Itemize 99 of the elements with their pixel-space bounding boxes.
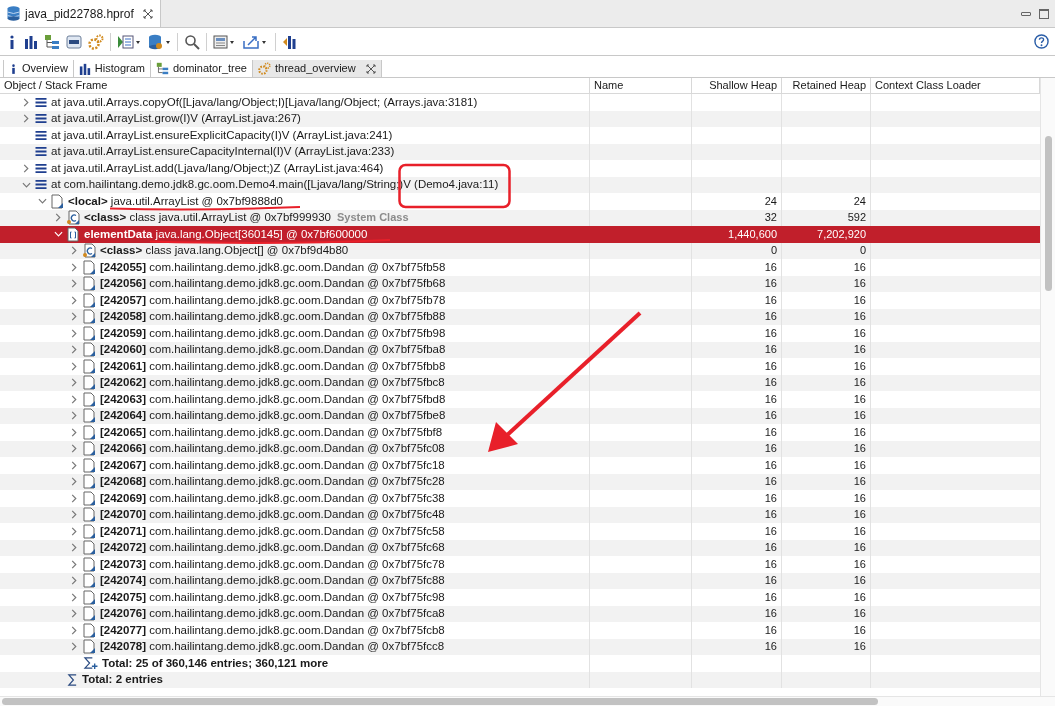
- heap-size: 0: [859, 245, 866, 257]
- heap-size: 16: [764, 344, 777, 356]
- tree-label: Total: 25 of 360,146 entries; 360,121 more: [102, 657, 329, 669]
- tree-label: <class> class java.util.ArrayList @ 0x7bf999930: [84, 212, 331, 224]
- tree-label: [242075] com.hailintang.demo.jdk8.gc.oom.Dandan @ 0x7bf75fc98: [100, 591, 445, 603]
- heap-size: 16: [853, 525, 866, 537]
- heap-size: 16: [764, 377, 777, 389]
- tree-label: [242071] com.hailintang.demo.jdk8.gc.oom.Dandan @ 0x7bf75fc58: [100, 525, 445, 537]
- heap-size: 16: [764, 525, 777, 537]
- heap-size: 16: [853, 327, 866, 339]
- tree-label: [242070] com.hailintang.demo.jdk8.gc.oom.Dandan @ 0x7bf75fc48: [100, 509, 445, 521]
- tree-label: elementData java.lang.Object[360145] @ 0x7bf600000: [84, 228, 368, 240]
- heap-size: 16: [764, 278, 777, 290]
- tree-label: [242059] com.hailintang.demo.jdk8.gc.oom.Dandan @ 0x7bf75fb98: [100, 327, 446, 339]
- heap-size: 16: [764, 492, 777, 504]
- tree-label: <class> class java.lang.Object[] @ 0x7bf9d4b80: [100, 245, 349, 257]
- tree-label: [242055] com.hailintang.demo.jdk8.gc.oom.Dandan @ 0x7bf75fb58: [100, 261, 446, 273]
- tree-label: [242072] com.hailintang.demo.jdk8.gc.oom.Dandan @ 0x7bf75fc68: [100, 542, 445, 554]
- tree-label: [242076] com.hailintang.demo.jdk8.gc.oom.Dandan @ 0x7bf75fca8: [100, 608, 445, 620]
- tree-label: [242058] com.hailintang.demo.jdk8.gc.oom.Dandan @ 0x7bf75fb88: [100, 311, 446, 323]
- tree-label: at java.util.ArrayList.add(Ljava/lang/Object;)Z (ArrayList.java:464): [51, 162, 384, 174]
- tree-label: [242069] com.hailintang.demo.jdk8.gc.oom.Dandan @ 0x7bf75fc38: [100, 492, 445, 504]
- column-header[interactable]: Shallow Heap: [692, 78, 782, 93]
- heap-size: 16: [853, 377, 866, 389]
- heap-size: 1,440,600: [728, 228, 777, 240]
- tree-label: [242061] com.hailintang.demo.jdk8.gc.oom.Dandan @ 0x7bf75fbb8: [100, 360, 446, 372]
- heap-size: 16: [853, 492, 866, 504]
- heap-size: 16: [853, 624, 866, 636]
- tree-label: [242078] com.hailintang.demo.jdk8.gc.oom.Dandan @ 0x7bf75fcc8: [100, 641, 445, 653]
- heap-size: 16: [764, 393, 777, 405]
- view-tab[interactable]: thread_overview: [252, 60, 382, 77]
- heap-size: 16: [764, 591, 777, 603]
- heap-size: 16: [764, 542, 777, 554]
- heap-size: 16: [853, 443, 866, 455]
- class-tag: System Class: [336, 212, 409, 224]
- tree-label: [242068] com.hailintang.demo.jdk8.gc.oom.Dandan @ 0x7bf75fc28: [100, 476, 445, 488]
- heap-size: 16: [764, 311, 777, 323]
- heap-size: 16: [853, 426, 866, 438]
- tree-label: [242066] com.hailintang.demo.jdk8.gc.oom.Dandan @ 0x7bf75fc08: [100, 443, 445, 455]
- heap-size: 24: [853, 195, 866, 207]
- heap-size: 16: [853, 261, 866, 273]
- heap-size: 16: [764, 426, 777, 438]
- heap-size: 16: [853, 278, 866, 290]
- tree-label: at java.util.Arrays.copyOf([Ljava/lang/Object;I)[Ljava/lang/Object; (Arrays.java:3181): [51, 96, 478, 108]
- heap-size: 16: [853, 393, 866, 405]
- heap-size: 16: [764, 476, 777, 488]
- column-header[interactable]: Retained Heap: [782, 78, 871, 93]
- tree-label: [242063] com.hailintang.demo.jdk8.gc.oom.Dandan @ 0x7bf75fbd8: [100, 393, 446, 405]
- tree-label: [242056] com.hailintang.demo.jdk8.gc.oom.Dandan @ 0x7bf75fb68: [100, 278, 446, 290]
- heap-size: 16: [764, 327, 777, 339]
- heap-size: 16: [764, 443, 777, 455]
- heap-size: 16: [853, 360, 866, 372]
- tree-row[interactable]: elementData java.lang.Object[360145] @ 0x7bf600000 1,440,600 7,202,920: [0, 226, 1040, 243]
- heap-size: 32: [764, 212, 777, 224]
- heap-size: 16: [764, 294, 777, 306]
- column-header[interactable]: Object / Stack Frame: [0, 78, 590, 93]
- heap-size: 16: [853, 410, 866, 422]
- tree-label: [242073] com.hailintang.demo.jdk8.gc.oom.Dandan @ 0x7bf75fc78: [100, 558, 445, 570]
- heap-size: 16: [764, 410, 777, 422]
- heap-size: 7,202,920: [817, 228, 866, 240]
- heap-size: 16: [853, 542, 866, 554]
- heap-size: 16: [853, 608, 866, 620]
- heap-size: 24: [764, 195, 777, 207]
- heap-size: 16: [853, 459, 866, 471]
- tree-label: [242077] com.hailintang.demo.jdk8.gc.oom.Dandan @ 0x7bf75fcb8: [100, 624, 445, 636]
- tree-label: at java.util.ArrayList.ensureCapacityInternal(I)V (ArrayList.java:233): [51, 146, 395, 158]
- tree-label: <local> java.util.ArrayList @ 0x7bf9888d0: [68, 195, 283, 207]
- heap-size: 16: [764, 509, 777, 521]
- heap-size: 592: [847, 212, 866, 224]
- tree-label: [242060] com.hailintang.demo.jdk8.gc.oom.Dandan @ 0x7bf75fba8: [100, 344, 446, 356]
- heap-size: 16: [853, 509, 866, 521]
- column-header[interactable]: Name: [590, 78, 692, 93]
- heap-size: 16: [764, 558, 777, 570]
- heap-size: 16: [764, 360, 777, 372]
- tree-label: [242064] com.hailintang.demo.jdk8.gc.oom.Dandan @ 0x7bf75fbe8: [100, 410, 446, 422]
- heap-size: 0: [770, 245, 777, 257]
- tree-label: [242062] com.hailintang.demo.jdk8.gc.oom.Dandan @ 0x7bf75fbc8: [100, 377, 445, 389]
- heap-size: 16: [853, 558, 866, 570]
- editor-tab[interactable]: java_pid22788.hprof: [0, 0, 161, 27]
- tree-label: [242074] com.hailintang.demo.jdk8.gc.oom.Dandan @ 0x7bf75fc88: [100, 575, 445, 587]
- heap-size: 16: [764, 459, 777, 471]
- heap-size: 16: [853, 641, 866, 653]
- heap-size: 16: [853, 294, 866, 306]
- heap-size: 16: [764, 261, 777, 273]
- tree-label: Total: 2 entries: [82, 674, 163, 686]
- heap-size: 16: [853, 575, 866, 587]
- tree-label: at java.util.ArrayList.grow(I)V (ArrayList.java:267): [51, 113, 301, 125]
- heap-size: 16: [853, 476, 866, 488]
- heap-size: 16: [853, 591, 866, 603]
- tree-label: at java.util.ArrayList.ensureExplicitCapacity(I)V (ArrayList.java:241): [51, 129, 393, 141]
- tree-label: [242067] com.hailintang.demo.jdk8.gc.oom.Dandan @ 0x7bf75fc18: [100, 459, 445, 471]
- heap-size: 16: [764, 608, 777, 620]
- heap-size: 16: [764, 624, 777, 636]
- heap-size: 16: [853, 344, 866, 356]
- tree-label: [242065] com.hailintang.demo.jdk8.gc.oom.Dandan @ 0x7bf75fbf8: [100, 426, 443, 438]
- heap-size: 16: [764, 641, 777, 653]
- tree-label: [242057] com.hailintang.demo.jdk8.gc.oom.Dandan @ 0x7bf75fb78: [100, 294, 446, 306]
- heap-size: 16: [764, 575, 777, 587]
- heap-size: 16: [853, 311, 866, 323]
